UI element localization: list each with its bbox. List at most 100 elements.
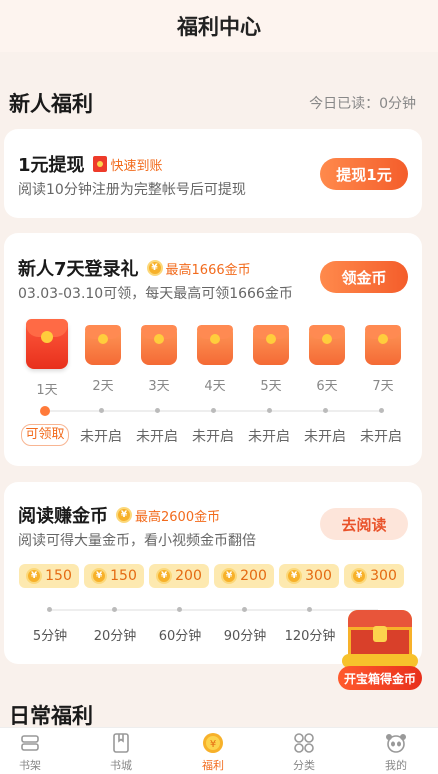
claimable-status[interactable]: 可领取	[21, 424, 69, 446]
newbie-section-title: 新人福利	[9, 92, 93, 116]
tab-label: 书城	[110, 759, 132, 772]
page-title: 福利中心	[177, 15, 261, 39]
bookstore-icon	[113, 733, 129, 753]
svg-text:¥: ¥	[210, 739, 216, 750]
withdraw-card: 1元提现 快速到账 阅读10分钟注册为完整帐号后可提现 提现1元	[4, 129, 422, 218]
read-title: 阅读赚金币	[18, 506, 108, 527]
progress-dot	[307, 607, 312, 612]
chest-lock	[373, 626, 387, 642]
withdraw-title-row: 1元提现 快速到账	[18, 151, 163, 177]
red-packet-icon	[309, 325, 345, 365]
duration-label: 120分钟	[284, 629, 336, 644]
treasure-chest-widget[interactable]: 开宝箱得金币	[338, 604, 422, 690]
red-packet-icon	[197, 325, 233, 365]
reward-pill: ¥200	[149, 564, 209, 588]
coin-icon: ¥	[146, 260, 163, 276]
login-tag: ¥ 最高1666金币	[146, 259, 251, 278]
reward-pill: ¥300	[279, 564, 339, 588]
progress-dot	[323, 408, 328, 413]
locked-status: 未开启	[136, 429, 178, 445]
reward-value: 200	[175, 568, 202, 584]
day-item: 4天	[193, 325, 237, 394]
reward-value: 150	[45, 568, 72, 584]
progress-dot	[242, 607, 247, 612]
login-days: 1天 2天 3天 4天 5天 6天 7天	[18, 319, 410, 398]
claim-coins-button[interactable]: 领金币	[320, 261, 408, 293]
red-packet-icon	[92, 156, 107, 172]
day-label: 7天	[372, 379, 394, 394]
progress-dot	[211, 408, 216, 413]
read-tag-label: 最高2600金币	[135, 509, 221, 525]
red-packet-icon	[365, 325, 401, 365]
tab-profile[interactable]: 我的	[366, 732, 426, 773]
chest-label: 开宝箱得金币	[338, 666, 422, 690]
reward-value: 150	[110, 568, 137, 584]
day-item[interactable]: 1天	[25, 319, 69, 398]
login-title: 新人7天登录礼	[18, 259, 139, 280]
read-tag: ¥ 最高2600金币	[116, 506, 220, 525]
coin-icon: ¥	[26, 568, 43, 584]
day-label: 3天	[148, 379, 170, 394]
go-read-button[interactable]: 去阅读	[320, 508, 408, 540]
day-label: 5天	[260, 379, 282, 394]
reward-pill: ¥150	[84, 564, 144, 588]
tab-label: 分类	[293, 759, 315, 772]
progress-dot	[47, 607, 52, 612]
progress-dot	[267, 408, 272, 413]
read-progress-track	[48, 609, 378, 611]
progress-dot	[177, 607, 182, 612]
day-item: 7天	[361, 325, 405, 394]
progress-dot	[379, 408, 384, 413]
withdraw-button[interactable]: 提现1元	[320, 158, 408, 190]
day-item: 2天	[81, 325, 125, 394]
daily-section-title: 日常福利	[9, 704, 93, 728]
progress-dot	[99, 408, 104, 413]
day-item: 3天	[137, 325, 181, 394]
bookshelf-icon	[21, 735, 39, 751]
tab-label: 福利	[202, 759, 224, 772]
reward-value: 300	[305, 568, 332, 584]
withdraw-tag-label: 快速到账	[110, 158, 163, 174]
login-tag-label: 最高1666金币	[165, 262, 251, 278]
day-label: 4天	[204, 379, 226, 394]
coin-icon: ¥	[351, 568, 368, 584]
duration-label: 60分钟	[158, 629, 202, 644]
day-item: 5天	[249, 325, 293, 394]
tab-welfare[interactable]: ¥ 福利	[183, 732, 243, 773]
duration-label: 90分钟	[223, 629, 267, 644]
progress-dot	[155, 408, 160, 413]
login-title-row: 新人7天登录礼 ¥ 最高1666金币	[18, 255, 251, 281]
tab-label: 我的	[385, 759, 407, 772]
bottom-tab-bar: 书架 书城 ¥ 福利 分类 我的	[0, 727, 438, 774]
day-label: 6天	[316, 379, 338, 394]
locked-status: 未开启	[248, 429, 290, 445]
withdraw-desc: 阅读10分钟注册为完整帐号后可提现	[18, 182, 246, 198]
red-packet-icon	[85, 325, 121, 365]
red-packet-icon	[141, 325, 177, 365]
reward-pill: ¥150	[19, 564, 79, 588]
withdraw-tag: 快速到账	[92, 155, 163, 174]
reward-pill: ¥200	[214, 564, 274, 588]
red-packet-icon	[253, 325, 289, 365]
login-desc: 03.03-03.10可领，每天最高可领1666金币	[18, 286, 293, 302]
day-label: 2天	[92, 379, 114, 394]
reward-value: 200	[240, 568, 267, 584]
withdraw-title: 1元提现	[18, 155, 85, 176]
read-desc: 阅读可得大量金币，看小视频金币翻倍	[18, 533, 256, 549]
red-packet-icon	[26, 319, 68, 369]
page-header: 福利中心	[0, 0, 438, 52]
tab-category[interactable]: 分类	[274, 732, 334, 773]
coin-icon: ¥	[116, 507, 132, 523]
tab-bookstore[interactable]: 书城	[91, 732, 151, 773]
coin-icon: ¥	[286, 568, 303, 584]
duration-label: 20分钟	[93, 629, 137, 644]
progress-dot-active	[40, 406, 50, 416]
today-read-time: 今日已读：0分钟	[309, 96, 416, 112]
duration-label: 5分钟	[32, 629, 68, 644]
reward-pill: ¥300	[344, 564, 404, 588]
locked-status: 未开启	[80, 429, 122, 445]
progress-dot	[112, 607, 117, 612]
coin-icon: ¥	[91, 568, 108, 584]
tab-bookshelf[interactable]: 书架	[0, 732, 60, 773]
coin-icon: ¥	[221, 568, 238, 584]
